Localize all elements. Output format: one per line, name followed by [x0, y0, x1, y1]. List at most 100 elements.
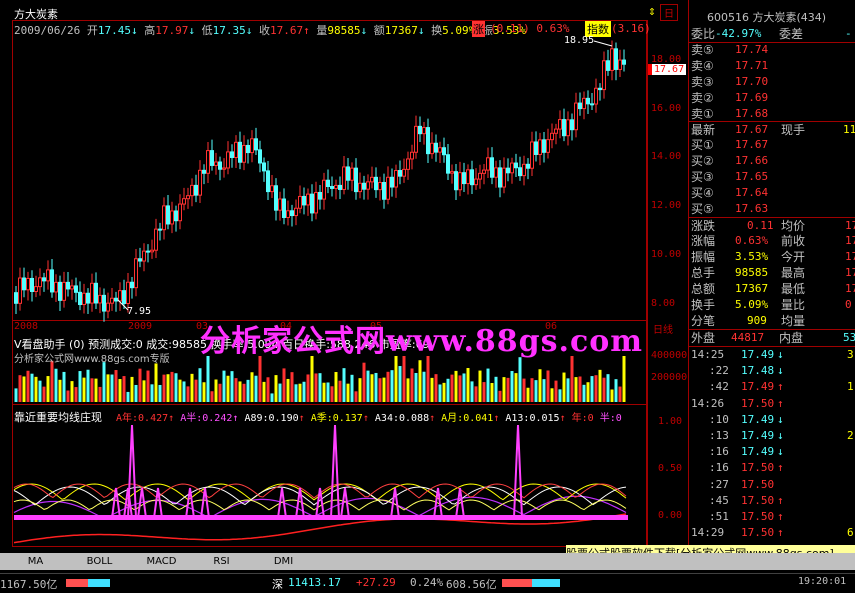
candle-body — [214, 161, 218, 166]
volume-bar — [446, 378, 450, 402]
candle-body — [114, 297, 118, 302]
tick-row: :13 17.49 ↓ 2 — [709, 429, 854, 442]
outer-inner-row: 外盘 44817 内盘 53 — [689, 329, 855, 347]
volume-bar — [46, 376, 50, 402]
candle-body — [226, 151, 230, 169]
volume-bar — [482, 382, 486, 402]
volume-bar — [286, 378, 290, 402]
sync-icon[interactable]: ⇕ — [648, 4, 656, 19]
tab-boll[interactable]: BOLL — [72, 555, 127, 568]
candle-body — [394, 170, 398, 188]
candle-body — [110, 297, 114, 304]
volume-bar — [570, 356, 574, 402]
candle-body — [598, 87, 602, 91]
candle-body — [94, 282, 98, 304]
header-change: (0.11) 0.63% — [490, 22, 570, 35]
sz-index: 11413.17 — [288, 576, 341, 589]
volume-bar — [554, 380, 558, 402]
candle-body — [150, 249, 154, 253]
candle-body — [258, 149, 262, 164]
volume-bar — [438, 384, 442, 402]
volume-bar — [198, 368, 202, 402]
candle-body — [522, 163, 526, 177]
volume-bar — [602, 377, 606, 402]
stat-row: 振幅 3.53% 今开 17 — [691, 250, 855, 264]
candle-body — [354, 167, 358, 193]
volume-bar — [310, 356, 314, 402]
volume-bar — [394, 356, 398, 402]
candle-body — [378, 181, 382, 191]
stat-row: 涨跌 0.11 均价 17 — [689, 217, 855, 233]
high-mark: 18.95 — [564, 35, 595, 46]
candle-body — [330, 186, 334, 189]
volume-bar — [214, 379, 218, 402]
candle-body — [142, 250, 146, 262]
volume-bar — [50, 360, 54, 402]
volume-bar — [222, 370, 226, 402]
candle-body — [614, 48, 618, 70]
volume-bar — [598, 369, 602, 402]
volume-bar — [350, 374, 354, 402]
volume-bar — [114, 370, 118, 402]
candle-body — [370, 176, 374, 183]
candle-body — [438, 147, 442, 153]
candle-body — [106, 302, 110, 312]
candle-body — [466, 169, 470, 185]
volume-bar — [306, 374, 310, 402]
candle-body — [278, 198, 282, 211]
quote-panel: 600516 方大炭素(434) 委比 -42.97% 委差 - 卖⑤ 17.74… — [688, 0, 855, 560]
candle-body — [154, 228, 158, 251]
candle-body — [246, 144, 250, 154]
volume-bar — [238, 381, 242, 402]
volume-bar — [174, 373, 178, 402]
volume-bar — [422, 371, 426, 402]
volume-bar — [246, 379, 250, 402]
tab-dmi[interactable]: DMI — [256, 555, 311, 568]
weibi-row: 委比 -42.97% 委差 - — [689, 26, 855, 43]
volume-bar — [410, 368, 414, 402]
volume-bar — [594, 375, 598, 402]
candle-body — [594, 87, 598, 105]
candle-body — [458, 172, 462, 191]
volume-bar — [322, 382, 326, 402]
volume-bar — [90, 378, 94, 402]
tab-macd[interactable]: MACD — [134, 555, 189, 568]
tab-rsi[interactable]: RSI — [194, 555, 249, 568]
price-tick: 12.00 — [651, 200, 682, 211]
volume-bar — [566, 378, 570, 402]
high-pointer — [593, 40, 613, 47]
ask-row: 卖④ 17.71 — [691, 59, 769, 73]
candle-body — [450, 171, 454, 174]
candle-body — [210, 150, 214, 166]
indicator-spike — [390, 487, 400, 519]
candle-body — [254, 138, 258, 151]
volume-bar — [54, 368, 58, 402]
sz-change: +27.29 — [356, 576, 396, 589]
candle-body — [46, 269, 50, 282]
tick-row: :16 17.49 ↓ — [709, 445, 784, 459]
volume-bar — [454, 370, 458, 402]
volume-bar — [562, 372, 566, 402]
candle-body — [398, 170, 402, 177]
volume-bar — [62, 371, 66, 402]
sz-label: 深 — [272, 578, 283, 591]
candle-body — [342, 166, 346, 190]
volume-tick: 200000 — [651, 372, 688, 383]
period-day-button[interactable]: 日 — [660, 4, 678, 21]
tick-row: :51 17.50 ↑ — [709, 510, 784, 523]
volume-bar — [22, 376, 26, 402]
candle-body — [298, 195, 302, 209]
indicator-title: 靠近重要均线庄现 — [14, 411, 102, 424]
tab-ma[interactable]: MA — [8, 555, 63, 568]
volume-bar — [542, 379, 546, 402]
volume-bar — [194, 379, 198, 402]
volume-bar — [58, 379, 62, 402]
volume-bar — [210, 391, 214, 402]
tick-row: :10 17.49 ↓ — [709, 412, 784, 426]
candle-body — [218, 161, 222, 170]
volume-bar — [574, 377, 578, 402]
candle-body — [602, 60, 606, 91]
indicator-tick: 1.00 — [658, 416, 683, 427]
volume-bar — [274, 375, 278, 402]
candle-body — [194, 184, 198, 196]
